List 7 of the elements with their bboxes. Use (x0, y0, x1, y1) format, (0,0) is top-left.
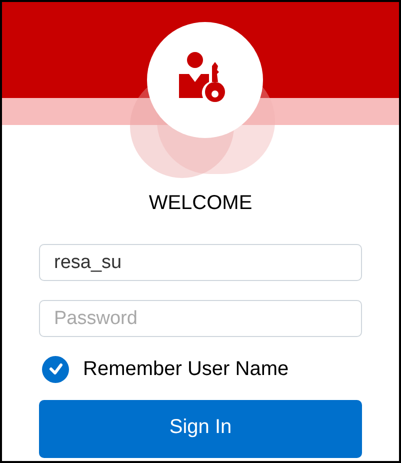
sign-in-button[interactable]: Sign In (39, 400, 362, 458)
remember-label: Remember User Name (83, 357, 289, 382)
checkbox[interactable] (42, 356, 69, 382)
username-field[interactable]: resa_su (39, 244, 362, 281)
password-field[interactable]: Password (39, 300, 362, 337)
checkmark-icon (48, 361, 64, 377)
welcome-title: WELCOME (148, 191, 252, 216)
